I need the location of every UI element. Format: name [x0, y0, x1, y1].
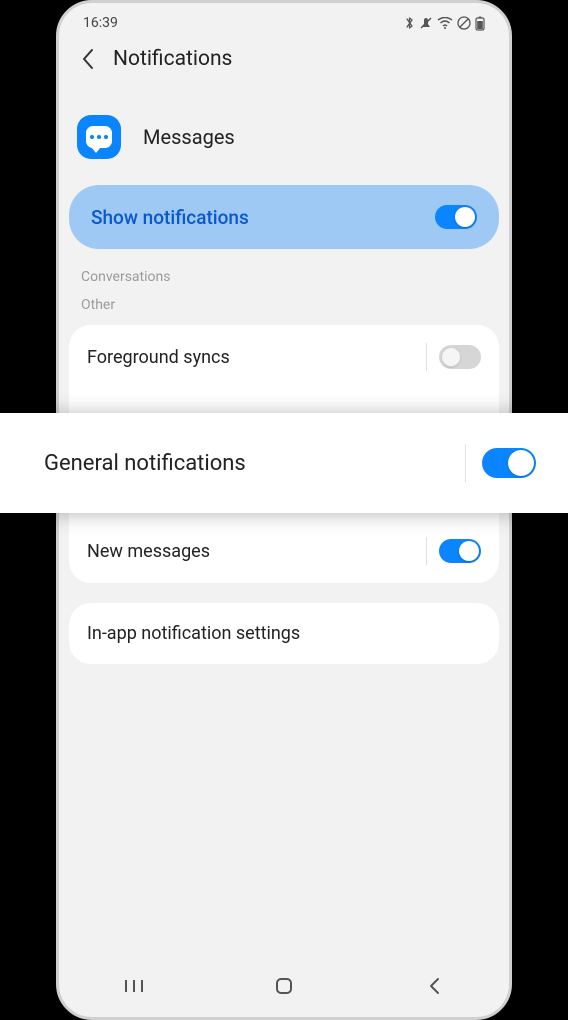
battery-icon [475, 16, 485, 31]
app-name: Messages [143, 125, 235, 149]
general-notifications-label: General notifications [44, 451, 246, 476]
show-notifications-toggle[interactable] [435, 205, 477, 229]
general-notifications-toggle[interactable] [482, 448, 536, 478]
general-notifications-row[interactable]: General notifications [0, 413, 568, 513]
foreground-syncs-label: Foreground syncs [87, 347, 230, 368]
wifi-icon [437, 17, 453, 29]
divider [465, 444, 466, 482]
new-messages-label: New messages [87, 541, 210, 562]
nav-recents[interactable] [114, 978, 154, 994]
new-messages-row[interactable]: New messages [69, 519, 499, 583]
page-title: Notifications [113, 47, 232, 71]
mute-icon [419, 16, 433, 30]
system-nav-bar [59, 965, 509, 1007]
show-notifications-label: Show notifications [91, 206, 249, 229]
foreground-syncs-toggle[interactable] [439, 345, 481, 369]
app-identity: Messages [59, 91, 509, 179]
section-conversations: Conversations [59, 249, 509, 289]
foreground-syncs-row[interactable]: Foreground syncs [69, 325, 499, 389]
chevron-left-icon [81, 48, 95, 70]
nav-back[interactable] [414, 976, 454, 996]
divider [426, 343, 427, 371]
back-button[interactable] [77, 48, 99, 70]
new-messages-toggle[interactable] [439, 539, 481, 563]
status-time: 16:39 [83, 15, 118, 31]
messages-app-icon [77, 115, 121, 159]
status-bar: 16:39 [59, 9, 509, 37]
show-notifications-row[interactable]: Show notifications [69, 185, 499, 249]
no-sim-icon [457, 16, 471, 30]
recents-icon [124, 978, 144, 994]
nav-home[interactable] [264, 976, 304, 996]
back-icon [427, 976, 441, 996]
status-icons [404, 16, 485, 31]
in-app-settings-label: In-app notification settings [87, 623, 481, 644]
home-icon [274, 976, 294, 996]
section-other: Other [59, 289, 509, 317]
header: Notifications [59, 37, 509, 91]
in-app-settings-row[interactable]: In-app notification settings [69, 603, 499, 664]
bluetooth-icon [404, 16, 415, 30]
divider [426, 537, 427, 565]
